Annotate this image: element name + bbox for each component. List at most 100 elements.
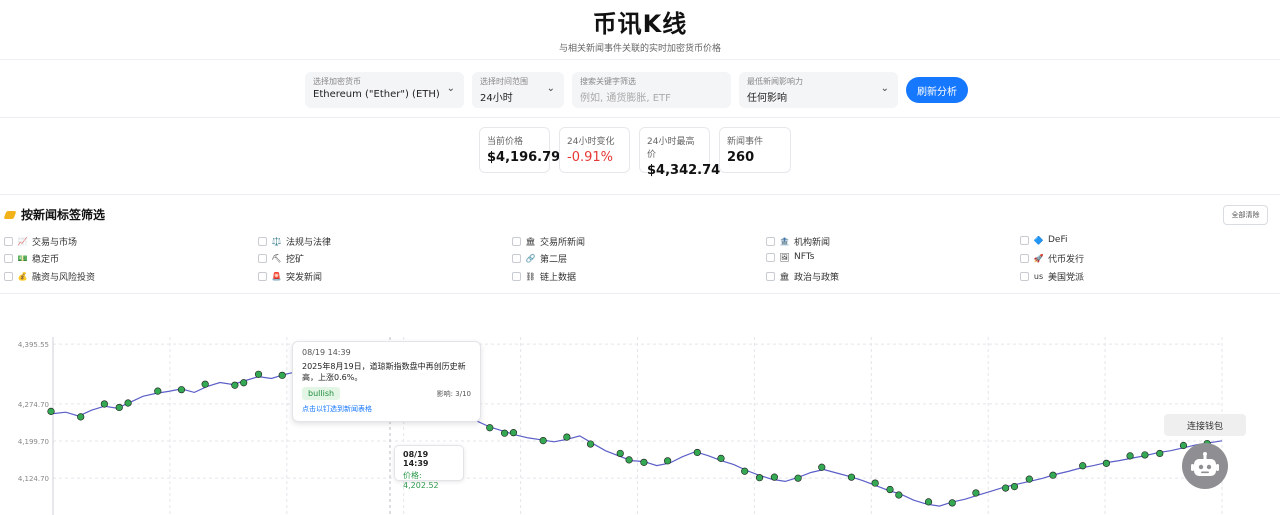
tag-filter[interactable]: ⛓ 链上数据 [512,270,576,283]
tag-emoji-icon: ⛓ [525,272,536,281]
news-tooltip-row: bullish 影响: 3/10 [302,387,471,400]
news-marker [625,456,633,464]
stat-current-price: 当前价格 $4,196.79 [479,127,561,173]
checkbox[interactable] [4,254,13,263]
checkbox[interactable] [258,254,267,263]
news-marker [115,403,123,412]
checkbox[interactable] [258,272,267,281]
news-marker [895,491,903,499]
news-marker [972,489,980,497]
stat-value: $4,342.74 [647,163,721,178]
checkbox[interactable] [512,272,521,281]
news-marker [539,436,547,445]
news-marker [254,370,263,378]
chevron-down-icon: ⌄ [446,83,455,94]
tag-filter[interactable]: ⚖️ 法规与法律 [258,235,331,248]
news-marker [501,429,509,437]
news-marker [177,386,186,394]
checkbox[interactable] [766,252,775,262]
tag-filter[interactable]: 💰 融资与风险投资 [4,270,95,283]
tag-emoji-icon: ⛏ [271,254,282,263]
news-marker [1156,449,1164,458]
stat-news-events: 新闻事件 260 [719,127,791,173]
news-marker [1049,471,1057,479]
tag-label: 交易与市场 [32,238,78,248]
y-tick-label: 4,124.70 [18,475,49,483]
stat-value: $4,196.79 [487,150,561,165]
clear-all-button[interactable]: 全部清除 [1223,205,1268,225]
tag-filter[interactable]: 🏛 政治与政策 [766,270,839,283]
tag-emoji-icon: us [1033,272,1044,281]
news-marker [770,473,778,481]
checkbox[interactable] [1020,272,1029,281]
hover-price: 价格: 4,202.52 [403,471,439,490]
tag-emoji-icon: 🖼 [779,252,790,262]
checkbox[interactable] [258,237,267,246]
range-select[interactable]: 选择时间范围 24小时 ⌄ [472,72,564,108]
tag-label: 代币发行 [1048,255,1085,265]
checkbox[interactable] [766,272,775,281]
price-chart[interactable]: 4,395.55 4,274.70 4,199.70 4,124.70 [0,325,1280,515]
tag-label: DeFi [1048,235,1068,245]
tag-filter[interactable]: 🖼 NFTs [766,252,814,262]
tag-label: NFTs [794,252,815,262]
tag-icon [3,210,17,219]
crypto-select[interactable]: 选择加密货币 Ethereum ("Ether") (ETH) ⌄ [305,72,464,108]
tag-label: 挖矿 [286,255,305,265]
stat-24h-change: 24小时变化 -0.91% [559,127,630,173]
news-marker [794,474,802,482]
stats-row: 当前价格 $4,196.79 24小时变化 -0.91% 24小时最高价 $4,… [479,127,791,178]
tag-filter[interactable]: ⛏ 挖矿 [258,252,304,265]
refresh-analysis-button[interactable]: 刷新分析 [906,77,968,103]
tag-filter[interactable]: 🔷 DeFi [1020,235,1068,245]
chatbot-robot-button[interactable] [1182,443,1228,489]
news-tooltip[interactable]: 08/19 14:39 2025年8月19日，道琼斯指数盘中再创历史新高，上涨0… [292,341,481,422]
robot-icon [1191,452,1219,476]
tag-filter[interactable]: 🏦 机构新闻 [766,235,830,248]
tag-emoji-icon: 🚀 [1033,254,1044,263]
checkbox[interactable] [512,254,521,263]
news-marker [278,371,286,379]
divider [0,194,1280,195]
checkbox[interactable] [1020,235,1029,245]
checkbox[interactable] [4,272,13,281]
tag-filter[interactable]: 🚀 代币发行 [1020,252,1084,265]
price-chart-svg[interactable]: 4,395.55 4,274.70 4,199.70 4,124.70 [0,325,1280,515]
impact-score: 影响: 3/10 [436,389,471,398]
checkbox[interactable] [766,237,775,246]
news-marker [924,498,933,506]
news-marker [563,433,571,441]
impact-select[interactable]: 最低新闻影响力 任何影响 ⌄ [739,72,898,108]
news-marker [100,400,108,408]
news-marker [1079,462,1087,470]
tag-label: 突发新闻 [286,273,323,283]
tag-filter[interactable]: us 美国党派 [1020,270,1084,283]
y-tick-label: 4,395.55 [18,341,49,349]
news-marker [847,473,856,481]
tag-label: 链上数据 [540,273,577,283]
tag-filter[interactable]: 🏛 交易所新闻 [512,235,585,248]
checkbox[interactable] [4,237,13,246]
crypto-select-label: 选择加密货币 [313,77,361,86]
checkbox[interactable] [512,237,521,246]
range-select-value: 24小时 [480,93,513,104]
news-tooltip-text: 2025年8月19日，道琼斯指数盘中再创历史新高，上涨0.6%。 [302,362,466,382]
tag-filter[interactable]: 🔗 第二层 [512,252,567,265]
connect-wallet-button[interactable]: 连接钱包 [1164,414,1246,436]
tag-label: 稳定币 [32,255,60,265]
tag-filter[interactable]: 🚨 突发新闻 [258,270,322,283]
tag-emoji-icon: 🏦 [779,237,790,246]
page-subtitle: 与相关新闻事件关联的实时加密货币价格 [558,44,721,54]
news-marker [640,458,648,466]
tag-label: 机构新闻 [794,238,831,248]
divider [0,117,1280,118]
stat-24h-high: 24小时最高价 $4,342.74 [639,127,720,178]
chevron-down-icon: ⌄ [546,83,555,94]
tag-filter[interactable]: 📈 交易与市场 [4,235,77,248]
tag-filter[interactable]: 💵 稳定币 [4,252,59,265]
pin-news-link[interactable]: 点击以钉选到新闻表格 [302,404,471,414]
checkbox[interactable] [1020,254,1029,263]
tag-emoji-icon: 🔷 [1033,235,1044,245]
tag-label: 第二层 [540,255,568,265]
keyword-input[interactable]: 搜索关键字筛选 例如, 通货膨胀, ETF [572,72,731,108]
